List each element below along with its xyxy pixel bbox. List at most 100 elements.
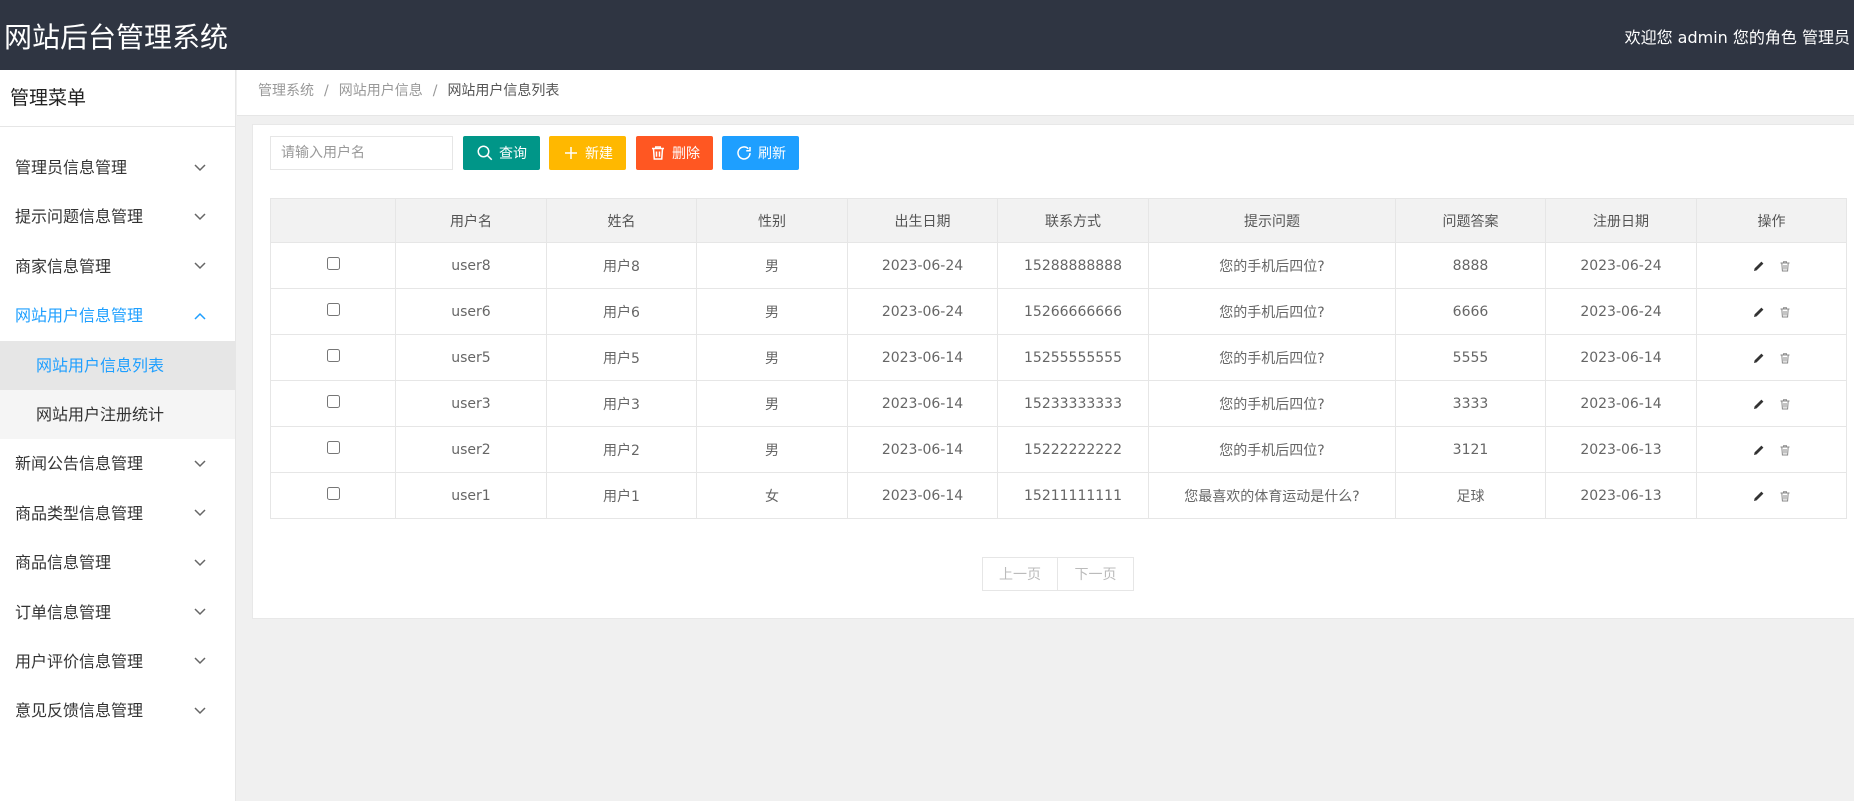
refresh-icon (737, 146, 751, 160)
breadcrumb-separator: / (324, 83, 329, 99)
sidebar-item-0[interactable]: 管理员信息管理 (0, 143, 235, 192)
refresh-label: 刷新 (758, 146, 786, 162)
row-checkbox[interactable] (326, 348, 340, 362)
table-header-row: 用户名 姓名 性别 出生日期 联系方式 提示问题 问题答案 注册日期 操作 (270, 198, 1847, 243)
chevron-up-icon (193, 291, 207, 340)
row-actions (1696, 472, 1847, 519)
row-checkbox[interactable] (326, 302, 340, 316)
query-button[interactable]: 查询 (463, 136, 540, 170)
sidebar-subitem-3-0[interactable]: 网站用户信息列表 (0, 340, 235, 390)
search-icon (477, 145, 493, 161)
delete-button[interactable]: 删除 (636, 136, 713, 170)
column-header: 用户名 (395, 198, 547, 243)
row-checkbox[interactable] (326, 394, 340, 408)
trash-icon[interactable] (1779, 352, 1791, 364)
cell-answer: 6666 (1395, 288, 1546, 335)
cell-reg_date: 2023-06-24 (1545, 288, 1697, 335)
row-checkbox[interactable] (326, 256, 340, 270)
cell-name: 用户8 (546, 242, 697, 289)
cell-answer: 3333 (1395, 380, 1546, 427)
sidebar: 管理菜单 管理员信息管理 提示问题信息管理 商家信息管理网站用户信息管理网站用户信息… (0, 70, 236, 801)
row-checkbox-cell (270, 426, 396, 473)
cell-gender: 男 (696, 334, 848, 381)
sidebar-item-4[interactable]: 新闻公告信息管理 (0, 439, 235, 488)
sidebar-item-1[interactable]: 提示问题信息管理 (0, 192, 235, 241)
cell-phone: 15233333333 (997, 380, 1149, 427)
trash-icon[interactable] (1779, 444, 1791, 456)
edit-icon[interactable] (1753, 352, 1765, 364)
table-row: user8 用户8 男 2023-06-24 15288888888 您的手机后四位? 88… (270, 242, 1847, 289)
cell-username: user8 (395, 242, 547, 289)
cell-answer: 8888 (1395, 242, 1546, 289)
new-button[interactable]: 新建 (549, 136, 626, 170)
cell-question: 您的手机后四位? (1148, 288, 1396, 335)
cell-reg_date: 2023-06-14 (1545, 380, 1697, 427)
row-actions (1696, 380, 1847, 427)
trash-icon[interactable] (1779, 398, 1791, 410)
search-input[interactable] (270, 136, 453, 170)
table-row: user6 用户6 男 2023-06-24 15266666666 您的手机后四位? 66… (270, 288, 1847, 335)
new-label: 新建 (585, 146, 613, 162)
cell-phone: 15266666666 (997, 288, 1149, 335)
sidebar-item-3[interactable]: 网站用户信息管理 (0, 291, 235, 340)
sidebar-item-label: 商品信息管理 (15, 553, 112, 573)
chevron-down-icon (193, 588, 207, 637)
sidebar-item-6[interactable]: 商品信息管理 (0, 538, 235, 587)
column-header: 姓名 (546, 198, 697, 243)
cell-answer: 3121 (1395, 426, 1546, 473)
cell-birth: 2023-06-24 (847, 288, 998, 335)
column-header: 性别 (696, 198, 848, 243)
edit-icon[interactable] (1753, 306, 1765, 318)
edit-icon[interactable] (1753, 444, 1765, 456)
sidebar-item-7[interactable]: 订单信息管理 (0, 588, 235, 637)
cell-gender: 男 (696, 242, 848, 289)
table-row: user3 用户3 男 2023-06-14 15233333333 您的手机后四位? 33… (270, 380, 1847, 427)
cell-birth: 2023-06-14 (847, 426, 998, 473)
cell-name: 用户1 (546, 472, 697, 519)
row-actions (1696, 288, 1847, 335)
refresh-button[interactable]: 刷新 (722, 136, 799, 170)
sidebar-title: 管理菜单 (0, 70, 235, 127)
edit-icon[interactable] (1753, 490, 1765, 502)
cell-username: user6 (395, 288, 547, 335)
cell-gender: 男 (696, 426, 848, 473)
cell-question: 您最喜欢的体育运动是什么? (1148, 472, 1396, 519)
cell-birth: 2023-06-14 (847, 334, 998, 381)
cell-phone: 15288888888 (997, 242, 1149, 289)
sidebar-item-label: 网站用户信息管理 (15, 306, 144, 326)
chevron-down-icon (193, 192, 207, 241)
next-page-button[interactable]: 下一页 (1058, 557, 1134, 591)
app-title: 网站后台管理系统 (4, 21, 229, 54)
prev-page-button[interactable]: 上一页 (982, 557, 1058, 591)
edit-icon[interactable] (1753, 260, 1765, 272)
sidebar-item-9[interactable]: 意见反馈信息管理 (0, 686, 235, 735)
row-checkbox[interactable] (326, 440, 340, 454)
cell-name: 用户6 (546, 288, 697, 335)
column-header: 提示问题 (1148, 198, 1396, 243)
row-checkbox-cell (270, 242, 396, 289)
sidebar-menu: 管理员信息管理 提示问题信息管理 商家信息管理网站用户信息管理网站用户信息列表 网站用… (0, 127, 235, 736)
sidebar-subitem-3-1[interactable]: 网站用户注册统计 (0, 389, 235, 440)
edit-icon[interactable] (1753, 398, 1765, 410)
row-actions (1696, 426, 1847, 473)
row-checkbox-cell (270, 288, 396, 335)
trash-icon[interactable] (1779, 306, 1791, 318)
cell-phone: 15222222222 (997, 426, 1149, 473)
user-table-wrapper: 用户名 姓名 性别 出生日期 联系方式 提示问题 问题答案 注册日期 操作 user8 用户8 男 2… (270, 198, 1847, 519)
cell-username: user5 (395, 334, 547, 381)
cell-username: user2 (395, 426, 547, 473)
cell-phone: 15255555555 (997, 334, 1149, 381)
sidebar-item-8[interactable]: 用户评价信息管理 (0, 637, 235, 686)
breadcrumb-item-user-info[interactable]: 网站用户信息 (339, 83, 423, 99)
column-header (270, 198, 396, 243)
trash-icon[interactable] (1779, 260, 1791, 272)
sidebar-item-2[interactable]: 商家信息管理 (0, 242, 235, 291)
column-header: 注册日期 (1545, 198, 1697, 243)
sidebar-item-5[interactable]: 商品类型信息管理 (0, 489, 235, 538)
chevron-down-icon (193, 242, 207, 291)
row-checkbox[interactable] (326, 486, 340, 500)
breadcrumb-item-system[interactable]: 管理系统 (258, 83, 314, 99)
cell-birth: 2023-06-14 (847, 380, 998, 427)
trash-icon[interactable] (1779, 490, 1791, 502)
table-row: user1 用户1 女 2023-06-14 15211111111 您最喜欢的体育运动是… (270, 472, 1847, 519)
